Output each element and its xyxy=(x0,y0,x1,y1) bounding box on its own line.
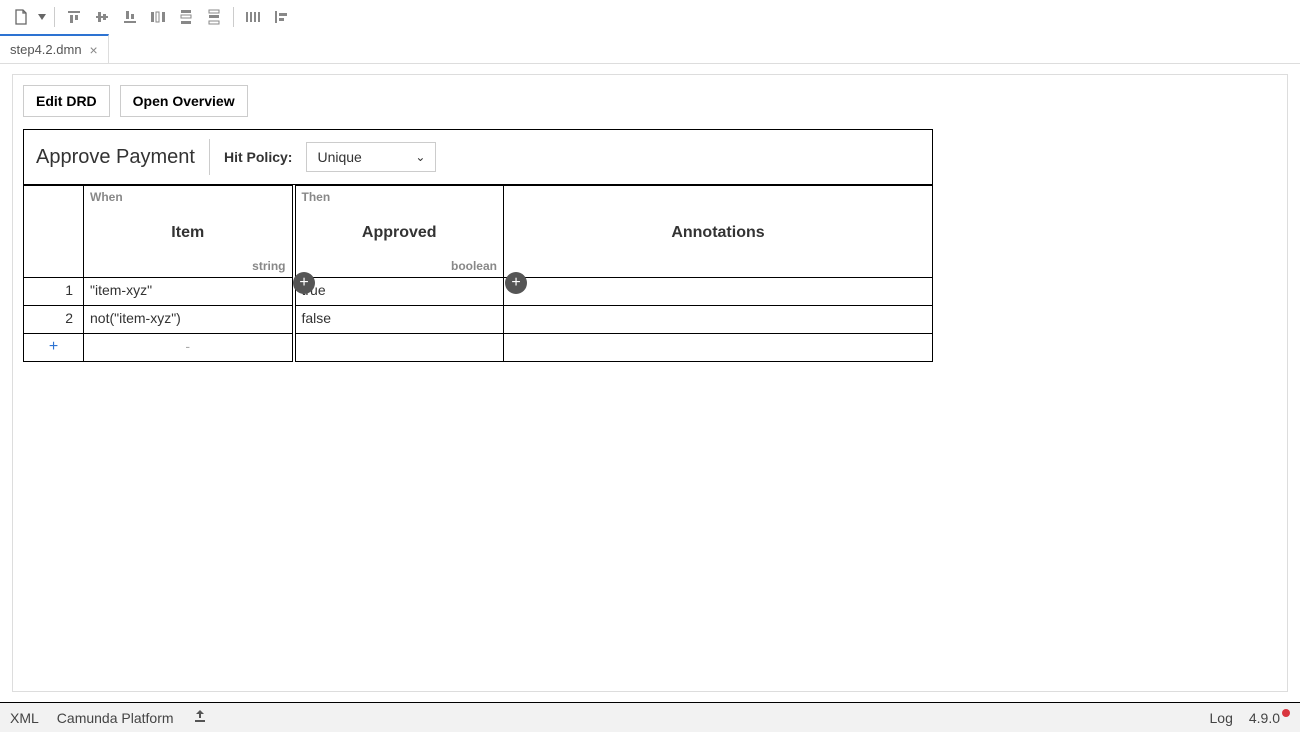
annotations-name: Annotations xyxy=(504,224,932,242)
decision-table: When Item string Then Approved boolean A… xyxy=(23,185,933,362)
align-middle-icon[interactable] xyxy=(89,4,115,30)
then-cell[interactable]: false xyxy=(294,306,504,334)
open-overview-button[interactable]: Open Overview xyxy=(120,85,248,117)
distribute-spacing-icon[interactable] xyxy=(240,4,266,30)
update-indicator-icon xyxy=(1282,709,1290,717)
xml-tab[interactable]: XML xyxy=(10,710,39,726)
header-separator xyxy=(209,139,210,175)
hit-policy-select[interactable]: Unique ⌄ xyxy=(306,142,436,172)
then-cell[interactable]: true xyxy=(294,278,504,306)
decision-title[interactable]: Approve Payment xyxy=(36,146,195,169)
add-row-then[interactable] xyxy=(294,334,504,362)
when-cell[interactable]: not("item-xyz") xyxy=(84,306,294,334)
tab-bar: step4.2.dmn × xyxy=(0,34,1300,64)
input-type: string xyxy=(252,259,285,273)
align-left-icon[interactable] xyxy=(268,4,294,30)
distribute-vertical-2-icon[interactable] xyxy=(201,4,227,30)
row-index[interactable]: 1 xyxy=(24,278,84,306)
decision-header: Approve Payment Hit Policy: Unique ⌄ xyxy=(23,129,933,185)
add-row-button[interactable]: + xyxy=(24,334,84,362)
input-column-header[interactable]: When Item string xyxy=(84,186,294,278)
main-toolbar xyxy=(0,0,1300,34)
edit-drd-button[interactable]: Edit DRD xyxy=(23,85,110,117)
output-column-header[interactable]: Then Approved boolean xyxy=(294,186,504,278)
add-row-annotation[interactable] xyxy=(504,334,933,362)
new-file-button[interactable] xyxy=(8,4,34,30)
close-tab-icon[interactable]: × xyxy=(90,42,98,58)
annotations-column-header[interactable]: Annotations xyxy=(504,186,933,278)
annotation-cell[interactable] xyxy=(504,278,933,306)
when-cell[interactable]: "item-xyz" xyxy=(84,278,294,306)
add-row: + - xyxy=(24,334,933,362)
status-bar: XML Camunda Platform Log 4.9.0 xyxy=(0,702,1300,732)
upload-icon[interactable] xyxy=(192,708,208,727)
align-bottom-icon[interactable] xyxy=(117,4,143,30)
index-header xyxy=(24,186,84,278)
add-input-column-button[interactable]: + xyxy=(293,272,315,294)
distribute-horizontal-icon[interactable] xyxy=(145,4,171,30)
hit-policy-label: Hit Policy: xyxy=(224,149,292,165)
editor-area: Edit DRD Open Overview Approve Payment H… xyxy=(0,64,1300,702)
annotation-cell[interactable] xyxy=(504,306,933,334)
output-name: Approved xyxy=(296,224,504,242)
output-type: boolean xyxy=(451,259,497,273)
tab-file[interactable]: step4.2.dmn × xyxy=(0,34,109,63)
add-output-column-button[interactable]: + xyxy=(505,272,527,294)
hit-policy-value: Unique xyxy=(317,149,361,165)
distribute-vertical-1-icon[interactable] xyxy=(173,4,199,30)
version-label: 4.9.0 xyxy=(1249,710,1290,726)
when-label: When xyxy=(90,190,123,204)
add-row-when[interactable]: - xyxy=(84,334,294,362)
chevron-down-icon: ⌄ xyxy=(415,150,425,164)
table-row: 1 "item-xyz" true xyxy=(24,278,933,306)
platform-tab[interactable]: Camunda Platform xyxy=(57,710,174,726)
row-index[interactable]: 2 xyxy=(24,306,84,334)
input-name: Item xyxy=(84,224,292,242)
tab-label: step4.2.dmn xyxy=(10,42,82,57)
align-top-icon[interactable] xyxy=(61,4,87,30)
log-button[interactable]: Log xyxy=(1210,710,1233,726)
table-row: 2 not("item-xyz") false xyxy=(24,306,933,334)
new-file-dropdown[interactable] xyxy=(36,4,48,30)
then-label: Then xyxy=(302,190,331,204)
toolbar-separator xyxy=(233,7,234,27)
toolbar-separator xyxy=(54,7,55,27)
